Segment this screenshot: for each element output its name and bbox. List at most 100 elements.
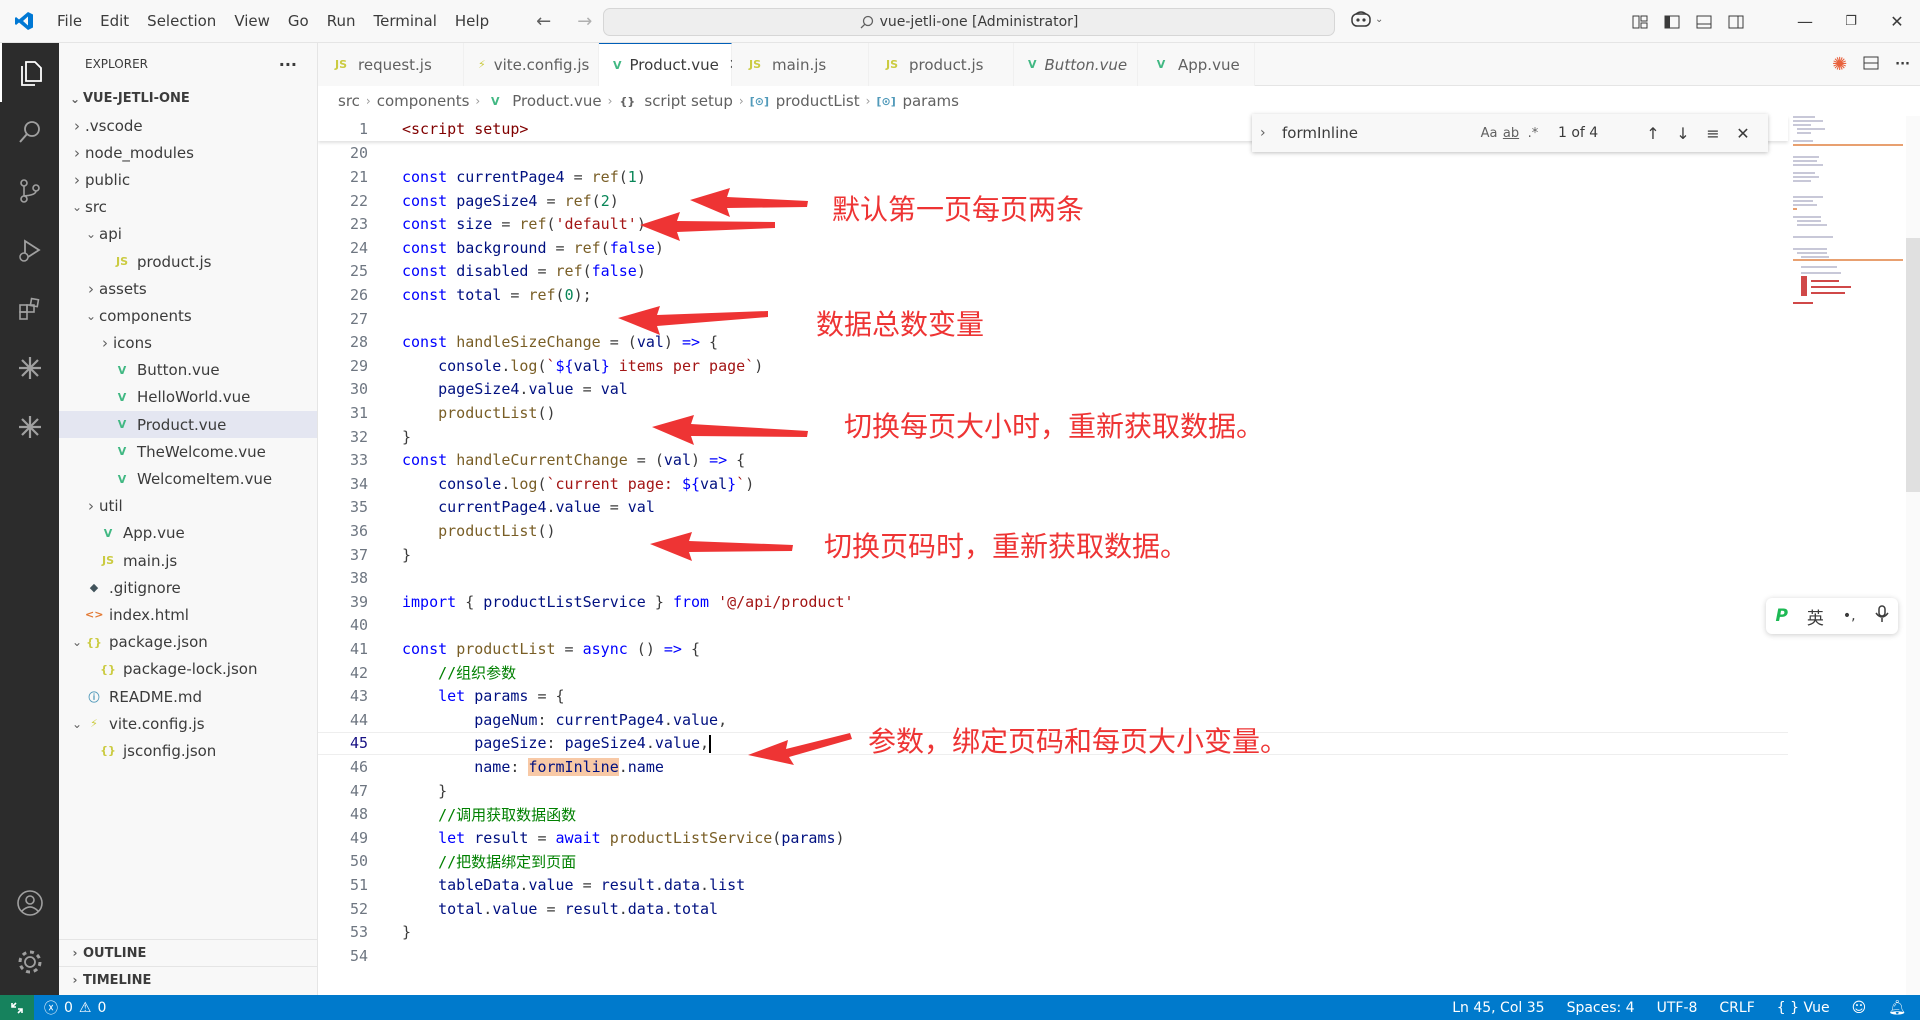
- match-case-icon[interactable]: Aa: [1478, 126, 1500, 141]
- menu-edit[interactable]: Edit: [91, 0, 138, 43]
- scrollbar-thumb[interactable]: [1906, 238, 1920, 492]
- folder-util[interactable]: › util: [59, 493, 317, 520]
- restore-button[interactable]: ❐: [1828, 0, 1874, 43]
- end-of-line[interactable]: CRLF: [1719, 1000, 1754, 1016]
- code-line[interactable]: 50 //把数据绑定到页面: [318, 850, 1788, 874]
- cursor-position[interactable]: Ln 45, Col 35: [1452, 1000, 1544, 1016]
- breadcrumb-item[interactable]: components: [377, 92, 470, 110]
- code-line[interactable]: 49 let result = await productListService…: [318, 826, 1788, 850]
- menu-go[interactable]: Go: [279, 0, 318, 43]
- breadcrumb-item[interactable]: params: [902, 92, 959, 110]
- code-line[interactable]: 29 console.log(`${val} items per page`): [318, 354, 1788, 378]
- code-line[interactable]: 47 }: [318, 779, 1788, 803]
- code-line[interactable]: 28 const handleSizeChange = (val) => {: [318, 330, 1788, 354]
- file-product-vue[interactable]: V Product.vue: [59, 411, 317, 439]
- minimize-button[interactable]: —: [1782, 0, 1828, 43]
- code-line[interactable]: 25 const disabled = ref(false): [318, 260, 1788, 284]
- folder-public[interactable]: › public: [59, 166, 317, 193]
- code-line[interactable]: 35 currentPage4.value = val: [318, 496, 1788, 520]
- find-in-selection-icon[interactable]: ≡: [1698, 124, 1728, 143]
- tongyi-extension-icon[interactable]: [0, 338, 59, 397]
- toggle-panel-icon[interactable]: [1688, 0, 1720, 43]
- tab-product-vue[interactable]: VProduct.vue✕: [599, 43, 741, 86]
- code-line[interactable]: 53}: [318, 920, 1788, 944]
- file-package-lock-json[interactable]: {} package-lock.json: [59, 656, 317, 683]
- code-line[interactable]: 54: [318, 944, 1788, 968]
- forward-arrow-icon[interactable]: →: [577, 11, 592, 32]
- code-line[interactable]: 39 import { productListService } from '@/…: [318, 590, 1788, 614]
- menu-view[interactable]: View: [225, 0, 279, 43]
- menu-file[interactable]: File: [48, 0, 91, 43]
- toggle-primary-sidebar-icon[interactable]: [1656, 0, 1688, 43]
- workspace-root[interactable]: ⌄ VUE-JETLI-ONE: [59, 85, 317, 112]
- code-line[interactable]: 51 tableData.value = result.data.list: [318, 873, 1788, 897]
- toggle-secondary-sidebar-icon[interactable]: [1720, 0, 1752, 43]
- outline-section[interactable]: › OUTLINE: [59, 939, 318, 966]
- ime-punctuation[interactable]: •,: [1843, 608, 1856, 624]
- code-line[interactable]: 42 //组织参数: [318, 661, 1788, 685]
- remote-indicator-icon[interactable]: [0, 995, 34, 1020]
- menu-help[interactable]: Help: [446, 0, 498, 43]
- indentation[interactable]: Spaces: 4: [1567, 1000, 1635, 1016]
- file-jsconfig-json[interactable]: {} jsconfig.json: [59, 737, 317, 764]
- code-line[interactable]: 34 console.log(`current page: ${val}`): [318, 472, 1788, 496]
- copilot-icon[interactable]: ⌄: [1350, 10, 1383, 28]
- code-line[interactable]: 21 const currentPage4 = ref(1): [318, 165, 1788, 189]
- back-arrow-icon[interactable]: ←: [536, 11, 551, 32]
- accounts-icon[interactable]: [0, 873, 59, 932]
- problems-indicator[interactable]: ⓧ 0 ⚠ 0: [34, 998, 106, 1018]
- notifications-bell-icon[interactable]: 🔔︎: [1888, 1000, 1906, 1016]
- file-product-js[interactable]: JS product.js: [59, 248, 317, 275]
- run-debug-icon[interactable]: [0, 220, 59, 279]
- file-package-json[interactable]: ⌄{} package.json: [59, 629, 317, 656]
- file-main-js[interactable]: JS main.js: [59, 547, 317, 574]
- copilot-status-icon[interactable]: ☺: [1852, 1000, 1867, 1016]
- code-line[interactable]: 30 pageSize4.value = val: [318, 378, 1788, 402]
- tab-product-js[interactable]: JS product.js: [869, 43, 1014, 86]
- code-line[interactable]: 48 //调用获取数据函数: [318, 802, 1788, 826]
- folder-src[interactable]: ⌄ src: [59, 194, 317, 221]
- folder-components[interactable]: ⌄ components: [59, 302, 317, 329]
- customize-layout-icon[interactable]: [1624, 0, 1656, 43]
- next-match-icon[interactable]: ↓: [1668, 124, 1698, 143]
- code-line[interactable]: 33 const handleCurrentChange = (val) => {: [318, 448, 1788, 472]
- code-line[interactable]: 27: [318, 307, 1788, 331]
- tab-request-js[interactable]: JS request.js: [318, 43, 464, 86]
- file-readme-md[interactable]: ⓘ README.md: [59, 683, 317, 710]
- microphone-icon[interactable]: [1874, 604, 1889, 628]
- tongyi-action-icon[interactable]: ✺: [1832, 54, 1847, 75]
- more-actions-icon[interactable]: ···: [279, 55, 297, 74]
- breadcrumb-item[interactable]: Product.vue: [512, 92, 601, 110]
- tongyi-chat-icon[interactable]: [0, 397, 59, 456]
- ime-language[interactable]: 英: [1807, 604, 1824, 629]
- tab-main-js[interactable]: JS main.js: [732, 43, 869, 86]
- extensions-icon[interactable]: [0, 279, 59, 338]
- file-vite-config-js[interactable]: ⌄ ⚡ vite.config.js: [59, 710, 317, 737]
- file-gitignore[interactable]: ◆ .gitignore: [59, 574, 317, 601]
- breadcrumb-item[interactable]: script setup: [644, 92, 733, 110]
- tab-button-vue[interactable]: V Button.vue: [1014, 43, 1138, 86]
- file-helloworld-vue[interactable]: V HelloWorld.vue: [59, 384, 317, 411]
- close-window-button[interactable]: ✕: [1874, 0, 1920, 43]
- menu-run[interactable]: Run: [318, 0, 365, 43]
- find-input[interactable]: formInline: [1278, 120, 1478, 146]
- tab-app-vue[interactable]: V App.vue: [1138, 43, 1255, 86]
- tab-vite-config-js[interactable]: ⚡ vite.config.js: [464, 43, 599, 86]
- language-mode[interactable]: { } Vue: [1777, 1000, 1830, 1016]
- toggle-replace-icon[interactable]: ›: [1260, 125, 1266, 141]
- breadcrumb-item[interactable]: productList: [776, 92, 860, 110]
- search-icon[interactable]: [0, 102, 59, 161]
- code-line[interactable]: 41 const productList = async () => {: [318, 637, 1788, 661]
- file-index-html[interactable]: <> index.html: [59, 601, 317, 628]
- folder-vscode[interactable]: › .vscode: [59, 112, 317, 139]
- source-control-icon[interactable]: [0, 161, 59, 220]
- explorer-icon[interactable]: [0, 43, 59, 102]
- folder-assets[interactable]: › assets: [59, 275, 317, 302]
- menu-terminal[interactable]: Terminal: [365, 0, 446, 43]
- folder-api[interactable]: ⌄ api: [59, 221, 317, 248]
- split-editor-icon[interactable]: [1863, 56, 1879, 74]
- code-line[interactable]: 52 total.value = result.data.total: [318, 897, 1788, 921]
- file-thewelcome-vue[interactable]: V TheWelcome.vue: [59, 438, 317, 465]
- whole-word-icon[interactable]: ab: [1500, 126, 1522, 141]
- previous-match-icon[interactable]: ↑: [1638, 124, 1668, 143]
